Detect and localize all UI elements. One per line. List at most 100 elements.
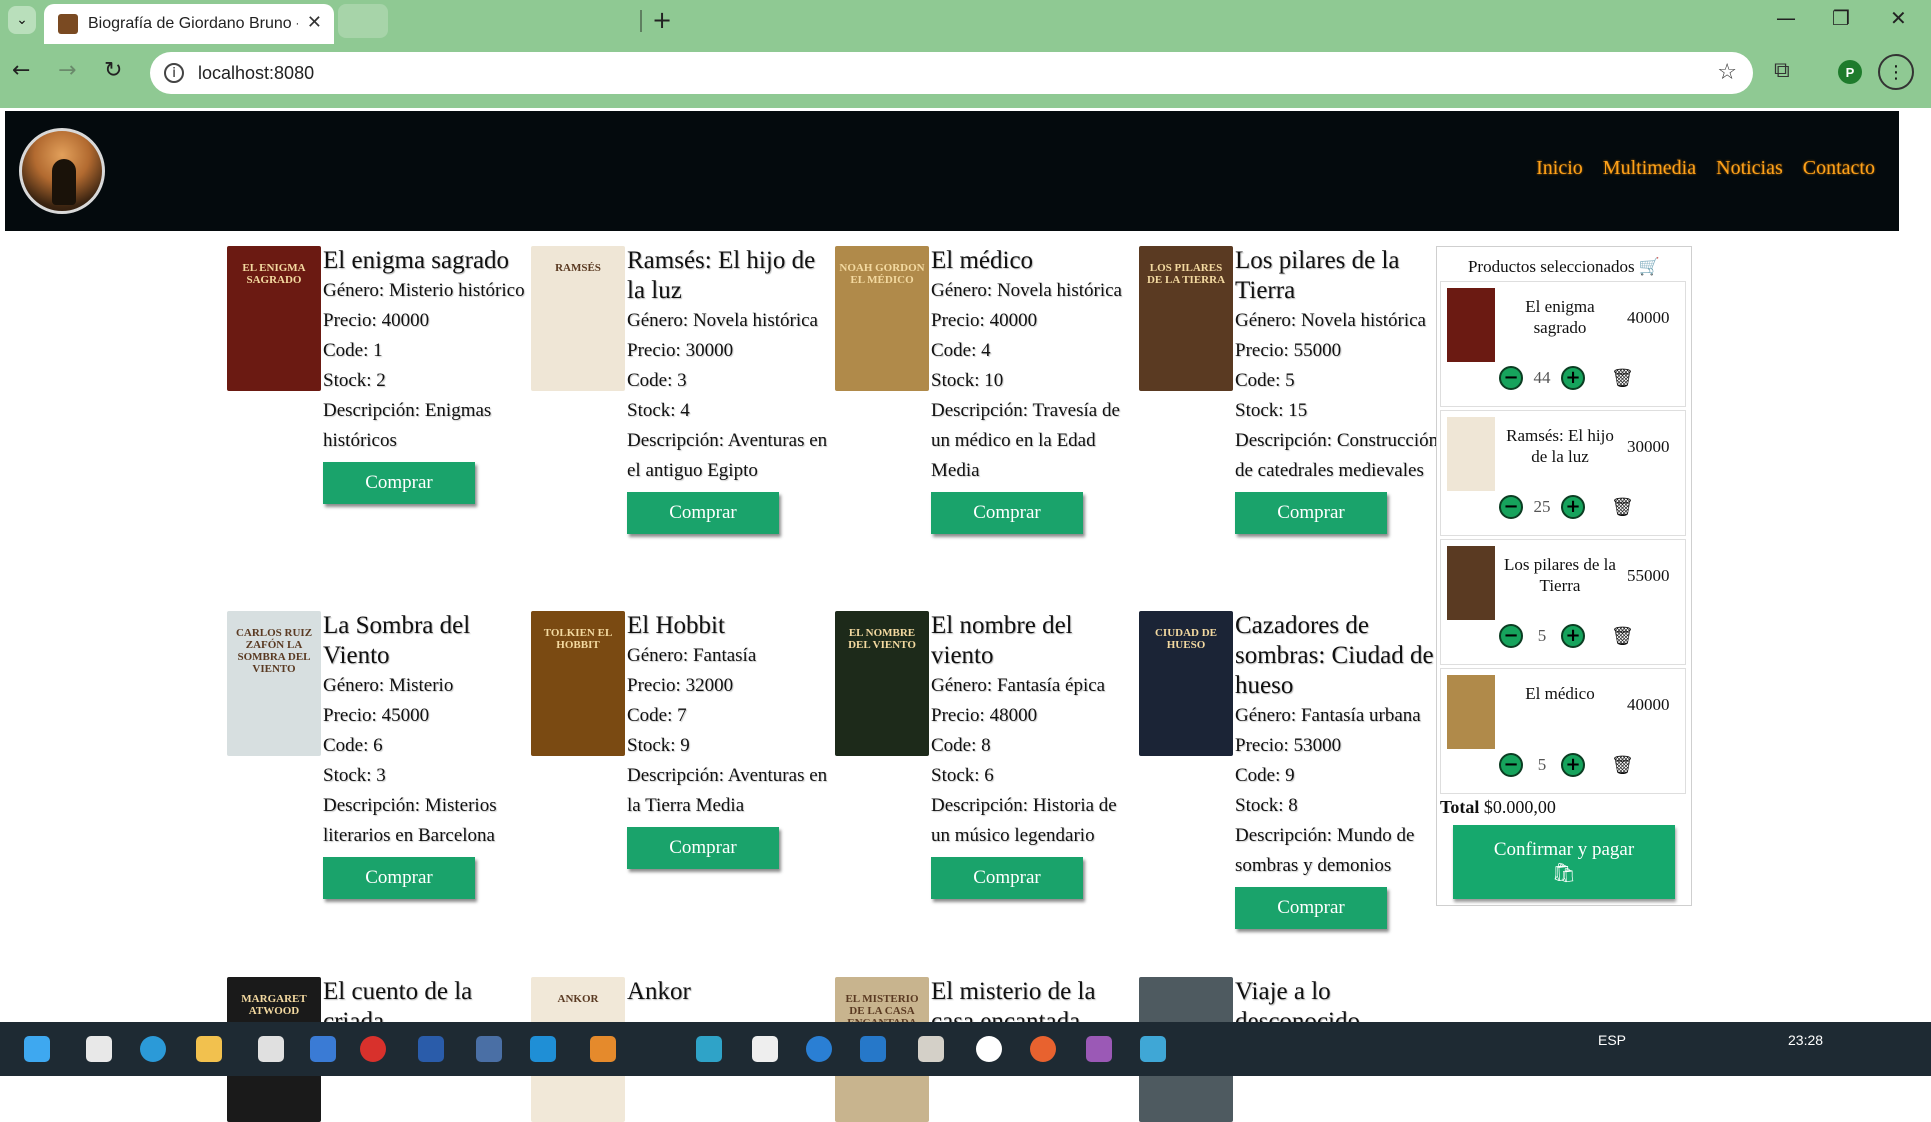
product-name: Cazadores de sombras: Ciudad de hueso xyxy=(1235,612,1434,699)
product-price: Precio: 32000 xyxy=(627,675,734,696)
total-label: Total xyxy=(1440,797,1480,817)
product-stock: Stock: 6 xyxy=(931,765,994,786)
word-icon[interactable] xyxy=(418,1036,444,1062)
plus-icon[interactable]: + xyxy=(1561,366,1585,390)
minus-icon[interactable]: − xyxy=(1499,753,1523,777)
product-name: Los pilares de la Tierra xyxy=(1235,247,1400,304)
os-taskbar: ESP 23:28 xyxy=(0,1022,1931,1076)
product-stock: Stock: 2 xyxy=(323,370,386,391)
cart-item-cover xyxy=(1447,546,1495,620)
trash-icon[interactable]: 🗑 xyxy=(1611,368,1634,389)
site-info-icon[interactable]: i xyxy=(164,63,184,83)
url-text[interactable]: localhost:8080 xyxy=(198,63,314,84)
product-stock: Stock: 10 xyxy=(931,370,1004,391)
product-code: Code: 1 xyxy=(323,340,383,361)
book-cover-image: EL NOMBRE DEL VIENTO xyxy=(835,611,929,756)
shopping-bag-icon: 🛍 xyxy=(1551,863,1577,884)
product-info: Ramsés: El hijo de la luz Género: Novela … xyxy=(627,246,833,534)
reload-icon[interactable]: ↻ xyxy=(104,58,122,83)
taskbar-app-icon[interactable] xyxy=(1086,1036,1112,1062)
forward-icon[interactable]: → xyxy=(58,58,76,83)
nav-multimedia[interactable]: Multimedia xyxy=(1603,157,1696,180)
minimize-icon[interactable]: — xyxy=(1776,6,1796,30)
taskbar-app-icon[interactable] xyxy=(590,1036,616,1062)
taskbar-app-icon[interactable] xyxy=(86,1036,112,1062)
product-desc: Descripción: Construcción de catedrales … xyxy=(1235,430,1439,481)
profile-avatar[interactable]: P xyxy=(1838,60,1862,84)
site-logo[interactable] xyxy=(19,128,105,214)
product-name: El Hobbit xyxy=(627,612,725,639)
trash-icon[interactable]: 🗑 xyxy=(1611,755,1634,776)
taskbar-app-icon[interactable] xyxy=(918,1036,944,1062)
taskbar-app-icon[interactable] xyxy=(310,1036,336,1062)
cart-icon: 🛒 xyxy=(1638,257,1661,276)
product-code: Code: 8 xyxy=(931,735,991,756)
browser-chrome: ⌄ Biografía de Giordano Bruno - V ✕ + — … xyxy=(0,0,1931,108)
new-tab-icon[interactable]: + xyxy=(652,6,672,34)
browser-menu-icon[interactable]: ⋮ xyxy=(1878,54,1914,90)
plus-icon[interactable]: + xyxy=(1561,495,1585,519)
chrome-icon[interactable] xyxy=(360,1036,386,1062)
product-info: El médico Género: Novela histórica Precio:… xyxy=(931,246,1137,534)
buy-button[interactable]: Comprar xyxy=(931,857,1083,899)
active-tab[interactable]: Biografía de Giordano Bruno - V ✕ xyxy=(44,4,334,44)
buy-button[interactable]: Comprar xyxy=(1235,492,1387,534)
quantity-stepper: −5 + 🗑 xyxy=(1499,753,1634,777)
book-cover-image: CIUDAD DE HUESO xyxy=(1139,611,1233,756)
bookmark-star-icon[interactable]: ☆ xyxy=(1717,60,1737,85)
minus-icon[interactable]: − xyxy=(1499,495,1523,519)
input-language[interactable]: ESP xyxy=(1598,1032,1626,1048)
buy-button[interactable]: Comprar xyxy=(627,827,779,869)
toolbar: ← → ↻ i localhost:8080 ☆ ⧉ P ⋮ xyxy=(0,44,1931,104)
plus-icon[interactable]: + xyxy=(1561,624,1585,648)
taskbar-app-icon[interactable] xyxy=(476,1036,502,1062)
buy-button[interactable]: Comprar xyxy=(323,857,475,899)
main-nav: Inicio Multimedia Noticias Contacto xyxy=(1536,157,1875,180)
tab-search-button[interactable]: ⌄ xyxy=(8,6,36,34)
cart-item: El enigma sagrado 40000 −44 + 🗑 xyxy=(1440,281,1686,407)
product-desc: Descripción: Misterios literarios en Bar… xyxy=(323,795,497,846)
taskbar-app-icon[interactable] xyxy=(1030,1036,1056,1062)
buy-button[interactable]: Comprar xyxy=(931,492,1083,534)
taskbar-app-icon[interactable] xyxy=(860,1036,886,1062)
trash-icon[interactable]: 🗑 xyxy=(1611,497,1634,518)
cart-total: Total $0.000,00 xyxy=(1440,797,1556,818)
trash-icon[interactable]: 🗑 xyxy=(1611,626,1634,647)
taskbar-app-icon[interactable] xyxy=(1140,1036,1166,1062)
close-tab-icon[interactable]: ✕ xyxy=(307,12,322,33)
taskbar-app-icon[interactable] xyxy=(976,1036,1002,1062)
cart-item-name: El médico xyxy=(1525,684,1595,703)
folder-icon[interactable] xyxy=(196,1036,222,1062)
taskbar-app-icon[interactable] xyxy=(752,1036,778,1062)
nav-noticias[interactable]: Noticias xyxy=(1716,157,1783,180)
product-info: El nombre del viento Género: Fantasía épi… xyxy=(931,611,1137,899)
back-icon[interactable]: ← xyxy=(12,58,30,83)
restore-icon[interactable]: ❐ xyxy=(1832,6,1850,30)
product-genre: Género: Fantasía urbana xyxy=(1235,705,1421,726)
close-window-icon[interactable]: ✕ xyxy=(1890,6,1907,30)
taskbar-app-icon[interactable] xyxy=(806,1036,832,1062)
nav-inicio[interactable]: Inicio xyxy=(1536,157,1583,180)
clock-time[interactable]: 23:28 xyxy=(1788,1032,1823,1048)
plus-icon[interactable]: + xyxy=(1561,753,1585,777)
minus-icon[interactable]: − xyxy=(1499,624,1523,648)
extensions-icon[interactable]: ⧉ xyxy=(1774,58,1790,83)
minus-icon[interactable]: − xyxy=(1499,366,1523,390)
buy-button[interactable]: Comprar xyxy=(323,462,475,504)
buy-button[interactable]: Comprar xyxy=(1235,887,1387,929)
buy-button[interactable]: Comprar xyxy=(627,492,779,534)
taskbar-app-icon[interactable] xyxy=(258,1036,284,1062)
nav-contacto[interactable]: Contacto xyxy=(1803,157,1875,180)
confirm-pay-button[interactable]: Confirmar y pagar 🛍 xyxy=(1453,825,1675,899)
start-icon[interactable] xyxy=(24,1036,50,1062)
cart-title: Productos seleccionados xyxy=(1467,257,1635,276)
product-price: Precio: 40000 xyxy=(323,310,430,331)
product-genre: Género: Novela histórica xyxy=(627,310,818,331)
quantity-value: 5 xyxy=(1537,626,1547,645)
taskbar-app-icon[interactable] xyxy=(696,1036,722,1062)
inactive-tab[interactable] xyxy=(338,4,388,38)
vscode-icon[interactable] xyxy=(530,1036,556,1062)
product-desc: Descripción: Enigmas históricos xyxy=(323,400,492,451)
address-bar[interactable]: i localhost:8080 ☆ xyxy=(150,52,1753,94)
edge-icon[interactable] xyxy=(140,1036,166,1062)
